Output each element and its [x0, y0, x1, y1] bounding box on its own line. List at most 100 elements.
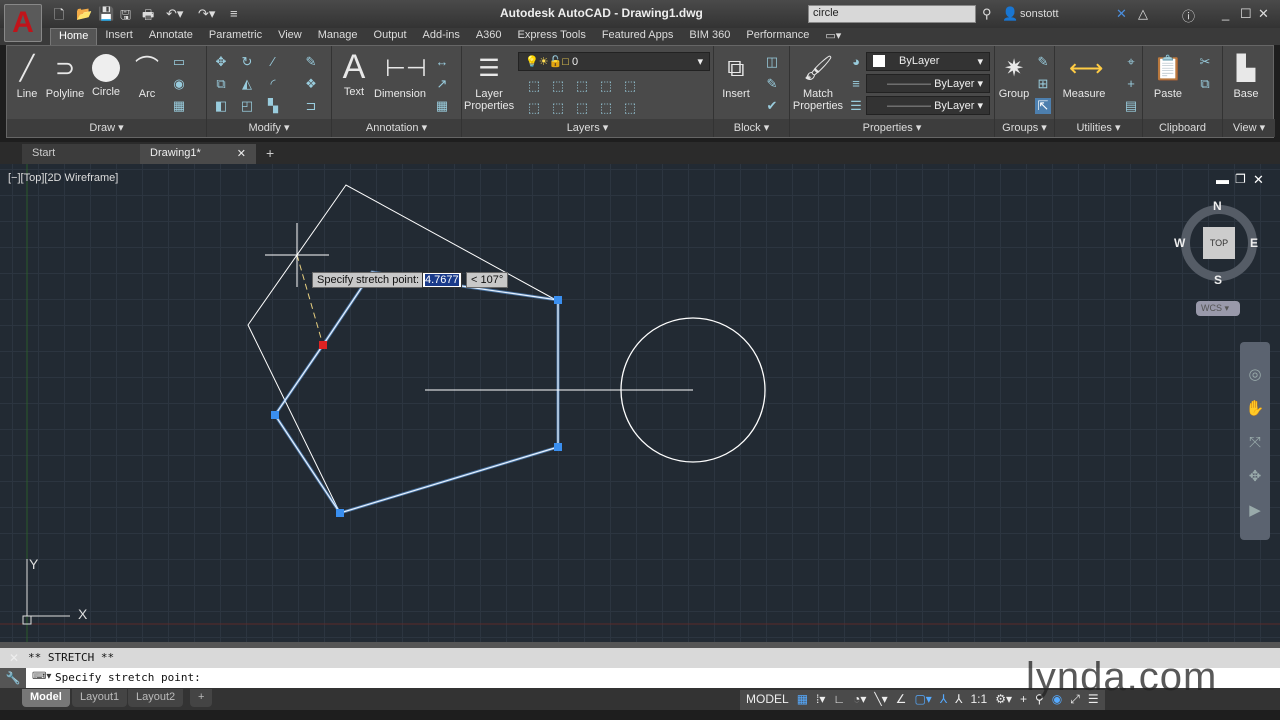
- add-layout-button[interactable]: +: [190, 689, 213, 707]
- panel-label-modify[interactable]: Modify ▾: [207, 119, 331, 137]
- file-tab-start[interactable]: Start: [22, 144, 140, 164]
- arc-button[interactable]: ⌒ Arc: [131, 54, 163, 100]
- minimize-icon[interactable]: _: [1222, 6, 1229, 21]
- polar-icon[interactable]: ◔▾: [853, 692, 866, 708]
- erase-icon[interactable]: ✎: [303, 54, 319, 70]
- ribbon-toggle-icon[interactable]: ▭▾: [817, 28, 849, 45]
- grip[interactable]: [554, 443, 562, 451]
- rotate-icon[interactable]: ↻: [239, 54, 255, 70]
- layer-tool-icon[interactable]: ⬚: [574, 78, 590, 94]
- attributes-icon[interactable]: ✔: [764, 98, 780, 114]
- tab-performance[interactable]: Performance: [738, 28, 817, 45]
- color-dropdown[interactable]: ByLayer ▾: [866, 52, 990, 71]
- move-icon[interactable]: ✥: [213, 54, 229, 70]
- array-icon[interactable]: ▚: [265, 98, 281, 114]
- offset-icon[interactable]: ⊐: [303, 98, 319, 114]
- pan-icon[interactable]: ✋: [1240, 392, 1270, 426]
- viewport-restore-icon[interactable]: ❐: [1235, 172, 1246, 186]
- close-command-icon[interactable]: ✕: [9, 651, 19, 665]
- a360-icon[interactable]: △: [1138, 6, 1148, 22]
- tab-add-ins[interactable]: Add-ins: [415, 28, 468, 45]
- tab-view[interactable]: View: [270, 28, 310, 45]
- layout-tab-model[interactable]: Model: [22, 689, 70, 707]
- polyline-button[interactable]: ⊃ Polyline: [45, 54, 85, 100]
- annotation-scale[interactable]: 1:1: [971, 692, 988, 708]
- trim-icon[interactable]: ⁄: [265, 54, 281, 70]
- cut-icon[interactable]: ✂: [1197, 54, 1213, 70]
- panel-label-view[interactable]: View ▾: [1223, 119, 1275, 137]
- layer-tool-icon[interactable]: ⬚: [598, 100, 614, 116]
- rectangle-icon[interactable]: ▭: [171, 54, 187, 70]
- scale-icon[interactable]: ◰: [239, 98, 255, 114]
- new-icon[interactable]: 🗋: [54, 6, 64, 28]
- leader-icon[interactable]: ↗: [434, 76, 450, 92]
- redo-icon[interactable]: ↷▾: [198, 6, 215, 22]
- tab-annotate[interactable]: Annotate: [141, 28, 201, 45]
- panel-label-layers[interactable]: Layers ▾: [462, 119, 713, 137]
- text-button[interactable]: A Text: [338, 50, 370, 98]
- measure-button[interactable]: ⟷ Measure: [1061, 54, 1107, 100]
- tab-featured-apps[interactable]: Featured Apps: [594, 28, 682, 45]
- compass-n[interactable]: N: [1213, 199, 1222, 213]
- close-icon[interactable]: ✕: [1258, 6, 1269, 22]
- save-as-icon[interactable]: 🖫: [120, 6, 131, 28]
- help-icon[interactable]: ⓘ: [1182, 6, 1195, 25]
- boundary-icon[interactable]: ▦: [171, 98, 187, 114]
- dimension-button[interactable]: ⊢⊣ Dimension: [374, 54, 427, 100]
- line-button[interactable]: ╱ Line: [11, 54, 43, 100]
- showmotion-icon[interactable]: ▶: [1240, 494, 1270, 528]
- osnap-icon[interactable]: ▢▾: [914, 692, 931, 708]
- annotation-visibility-icon[interactable]: ⅄: [940, 692, 947, 708]
- tab-manage[interactable]: Manage: [310, 28, 366, 45]
- ucs-menu[interactable]: WCS ▾: [1196, 301, 1240, 316]
- layer-tool-icon[interactable]: ⬚: [550, 100, 566, 116]
- tab-parametric[interactable]: Parametric: [201, 28, 270, 45]
- panel-label-properties[interactable]: Properties ▾: [790, 119, 994, 137]
- command-icon[interactable]: ⌨▾: [32, 671, 51, 682]
- angle-input[interactable]: < 107°: [466, 272, 509, 288]
- tab-a360[interactable]: A360: [468, 28, 510, 45]
- layer-tool-icon[interactable]: ⬚: [550, 78, 566, 94]
- linetype-dropdown[interactable]: ———— ByLayer ▾: [866, 74, 990, 93]
- close-tab-icon[interactable]: ✕: [237, 147, 246, 160]
- circle-button[interactable]: Circle: [89, 54, 123, 98]
- base-button[interactable]: ▙ Base: [1229, 54, 1263, 100]
- ungroup-icon[interactable]: ✎: [1035, 54, 1051, 70]
- viewport-close-icon[interactable]: ✕: [1253, 172, 1264, 188]
- lineweight-dropdown[interactable]: ———— ByLayer ▾: [866, 96, 990, 115]
- grid-icon[interactable]: ▦: [797, 692, 808, 708]
- fillet-icon[interactable]: ◜: [265, 76, 281, 92]
- maximize-icon[interactable]: ☐: [1240, 6, 1252, 22]
- zoom-extents-icon[interactable]: ⤧: [1240, 426, 1270, 460]
- linear-dim-icon[interactable]: ↔: [434, 54, 450, 70]
- snap-icon[interactable]: ⁞▾: [816, 692, 825, 708]
- autoscale-icon[interactable]: ⅄: [955, 692, 962, 708]
- user-name[interactable]: sonstott: [1020, 8, 1059, 20]
- layer-properties-button[interactable]: ☰ Layer Properties: [464, 54, 514, 112]
- layer-dropdown[interactable]: 💡☀🔓□ 0 ▾: [518, 52, 710, 71]
- qat-menu-icon[interactable]: ≡: [230, 6, 238, 21]
- layer-tool-icon[interactable]: ⬚: [526, 100, 542, 116]
- group-edit-icon[interactable]: ⊞: [1035, 76, 1051, 92]
- distance-input[interactable]: 4.7677: [422, 272, 462, 288]
- layout-tab-layout1[interactable]: Layout1: [72, 689, 128, 707]
- layer-tool-icon[interactable]: ⬚: [526, 78, 542, 94]
- panel-label-block[interactable]: Block ▾: [714, 119, 789, 137]
- hatch-icon[interactable]: ◉: [171, 76, 187, 92]
- plot-icon[interactable]: 🖶: [142, 6, 154, 28]
- save-icon[interactable]: 💾: [98, 6, 114, 22]
- application-menu-button[interactable]: A: [4, 4, 42, 42]
- stretch-icon[interactable]: ◧: [213, 98, 229, 114]
- undo-icon[interactable]: ↶▾: [166, 6, 183, 22]
- workspace-gear-icon[interactable]: ⚙▾: [995, 692, 1012, 708]
- point-icon[interactable]: +: [1123, 76, 1139, 92]
- edit-block-icon[interactable]: ✎: [764, 76, 780, 92]
- compass-s[interactable]: S: [1214, 273, 1222, 287]
- mirror-icon[interactable]: ◭: [239, 76, 255, 92]
- tab-home[interactable]: Home: [50, 28, 98, 45]
- viewport-minimize-icon[interactable]: ▬: [1216, 172, 1229, 187]
- copy-clip-icon[interactable]: ⧉: [1197, 76, 1213, 92]
- osnap-tracking-icon[interactable]: ∠: [896, 692, 907, 708]
- layer-tool-icon[interactable]: ⬚: [598, 78, 614, 94]
- panel-label-draw[interactable]: Draw ▾: [7, 119, 206, 137]
